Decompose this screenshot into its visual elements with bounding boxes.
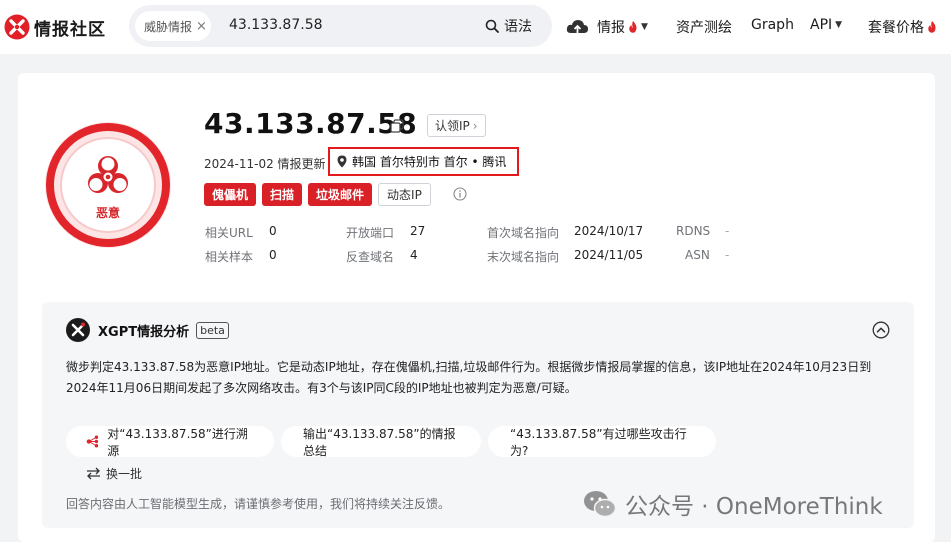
nav-pricing-label: 套餐价格: [868, 20, 924, 36]
tag-scan[interactable]: 扫描: [262, 183, 303, 206]
stat-value: -: [725, 248, 730, 262]
claim-ip-label: 认领IP: [435, 119, 470, 133]
stat-label: 末次域名指向: [487, 250, 560, 264]
search-category-label: 威胁情报: [144, 19, 193, 34]
threatbook-logo-icon: [4, 14, 30, 40]
stat-open-ports[interactable]: 开放端口 27: [346, 224, 425, 241]
stat-label: 反查域名: [346, 250, 395, 264]
suggestion-label: “43.133.87.58”有过哪些攻击行为?: [510, 426, 687, 458]
info-icon[interactable]: [453, 187, 467, 201]
suggestion-label: 对“43.133.87.58”进行溯源: [107, 426, 248, 458]
stat-last-domain: 末次域名指向 2024/11/05: [487, 248, 643, 265]
stat-reverse-domains[interactable]: 反查域名 4: [346, 248, 418, 265]
malicious-verdict-badge: 恶意: [45, 122, 171, 248]
watermark-text: 公众号 · OneMoreThink: [625, 494, 883, 520]
chevron-up-circle-icon[interactable]: [872, 321, 890, 339]
stat-related-url[interactable]: 相关URL 0: [205, 224, 277, 241]
suggestion-summary[interactable]: 输出“43.133.87.58”的情报总结: [281, 426, 481, 458]
stat-label: 相关样本: [205, 250, 254, 264]
copy-icon[interactable]: [390, 119, 404, 133]
nav-intel-label: 情报: [597, 20, 625, 36]
stat-asn: ASN -: [685, 248, 729, 262]
nav-api[interactable]: API ▼: [810, 17, 842, 33]
refresh-suggestions-button[interactable]: 换一批: [86, 465, 142, 482]
location-text: 韩国 首尔特别市 首尔 • 腾讯: [352, 155, 507, 169]
suggestion-trace[interactable]: 对“43.133.87.58”进行溯源: [66, 426, 274, 458]
stat-value: 2024/10/17: [574, 224, 644, 238]
search-bar[interactable]: 威胁情报 × 43.133.87.58 语法: [129, 5, 552, 47]
nav-graph[interactable]: Graph: [751, 17, 794, 33]
stat-value: 0: [269, 248, 277, 262]
search-input[interactable]: 43.133.87.58: [229, 17, 323, 33]
nav-api-label: API: [810, 17, 833, 33]
chip-close-icon[interactable]: ×: [196, 19, 207, 34]
nav-pricing[interactable]: 套餐价格: [868, 17, 937, 37]
search-icon: [485, 19, 499, 33]
tag-zombie[interactable]: 傀儡机: [204, 183, 257, 206]
chevron-right-icon: ›: [472, 118, 478, 133]
tag-dynamic-ip[interactable]: 动态IP: [378, 183, 431, 206]
threat-tags: 傀儡机 扫描 垃圾邮件 动态IP: [204, 183, 437, 206]
fire-icon: [928, 21, 936, 33]
stat-value: 4: [410, 248, 418, 262]
wechat-icon: [584, 491, 617, 518]
xgpt-analysis-text: 微步判定43.133.87.58为恶意IP地址。它是动态IP地址，存在傀儡机,扫…: [66, 360, 872, 395]
syntax-button[interactable]: 语法: [485, 16, 532, 36]
brand-name: 情报社区: [34, 19, 106, 40]
nav-graph-label: Graph: [751, 17, 794, 33]
stat-label: 相关URL: [205, 226, 253, 240]
ai-disclaimer: 回答内容由人工智能模型生成，请谨慎参考使用，我们将持续关注反馈。: [66, 497, 451, 511]
stat-label: ASN: [685, 248, 710, 262]
stat-rdns: RDNS -: [676, 224, 729, 238]
claim-ip-button[interactable]: 认领IP ›: [427, 114, 486, 137]
stat-value: 0: [269, 224, 277, 238]
stat-label: 首次域名指向: [487, 226, 560, 240]
swap-arrows-icon: [87, 467, 100, 480]
top-navbar: 情报社区 威胁情报 × 43.133.87.58 语法 情报 ▼ 资产测绘 Gr…: [0, 0, 951, 54]
chevron-down-icon: ▼: [641, 22, 648, 32]
location-highlight-box: 韩国 首尔特别市 首尔 • 腾讯: [328, 147, 519, 176]
trace-tree-icon: [86, 435, 99, 448]
fire-icon: [629, 21, 637, 33]
stat-value: 2024/11/05: [574, 248, 644, 262]
stat-first-domain: 首次域名指向 2024/10/17: [487, 224, 643, 241]
brand[interactable]: 情报社区: [4, 13, 106, 41]
syntax-label: 语法: [504, 19, 532, 35]
wechat-watermark: 公众号 · OneMoreThink: [583, 487, 883, 521]
xgpt-title: XGPT情报分析: [98, 324, 190, 340]
nav-assets[interactable]: 资产测绘: [676, 17, 732, 37]
xgpt-header: XGPT情报分析 beta: [66, 318, 229, 342]
suggestion-label: 输出“43.133.87.58”的情报总结: [303, 426, 456, 458]
stat-value: -: [725, 224, 730, 238]
chevron-down-icon: ▼: [835, 20, 843, 30]
xgpt-logo-icon: [66, 318, 90, 342]
verdict-label: 恶意: [96, 205, 120, 220]
cloud-upload-icon: [566, 20, 588, 34]
stat-label: 开放端口: [346, 226, 395, 240]
suggestion-attacks[interactable]: “43.133.87.58”有过哪些攻击行为?: [488, 426, 716, 458]
update-date: 2024-11-02 情报更新: [204, 157, 326, 171]
nav-assets-label: 资产测绘: [676, 20, 732, 36]
stat-value: 27: [410, 224, 426, 238]
search-category-chip[interactable]: 威胁情报 ×: [135, 11, 211, 41]
stat-label: RDNS: [676, 224, 711, 238]
beta-badge: beta: [196, 321, 229, 339]
nav-intel[interactable]: 情报 ▼: [566, 17, 648, 37]
location-pin-icon: [337, 155, 347, 168]
ip-address-title: 43.133.87.58: [204, 107, 418, 140]
tag-spam[interactable]: 垃圾邮件: [308, 183, 373, 206]
stat-related-samples[interactable]: 相关样本 0: [205, 248, 277, 265]
refresh-label: 换一批: [106, 467, 143, 481]
